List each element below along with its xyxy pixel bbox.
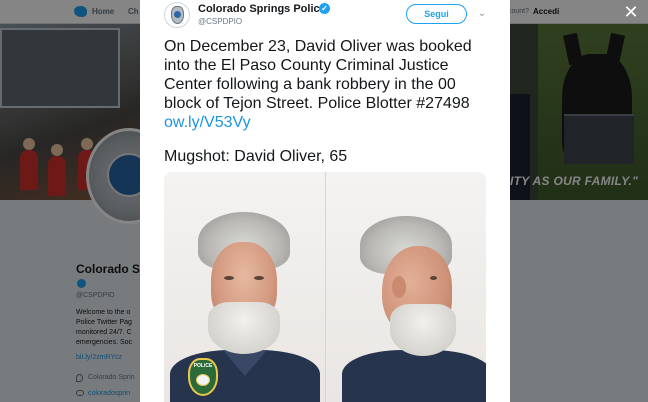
tweet-text: On December 23, David Oliver was booked … (164, 38, 472, 112)
ear (392, 276, 406, 298)
eye (224, 276, 234, 280)
tweet-modal: Colorado Springs Police ✓ @CSPDPIO Segui… (140, 0, 510, 402)
eye (254, 276, 264, 280)
tweet-link[interactable]: ow.ly/V53Vy (164, 114, 251, 131)
close-icon[interactable]: ✕ (622, 3, 640, 21)
beard (208, 302, 280, 354)
author-avatar[interactable] (164, 2, 190, 28)
police-badge-icon: POLICE (188, 358, 218, 396)
mugshot-image[interactable]: POLICE (164, 172, 486, 402)
author-handle[interactable]: @CSPDPIO (198, 17, 242, 26)
mugshot-side-view (325, 172, 486, 402)
verified-icon: ✓ (319, 3, 330, 14)
tweet-body: On December 23, David Oliver was booked … (164, 37, 484, 132)
shield-emblem (174, 11, 181, 18)
badge-text: POLICE (193, 363, 213, 369)
author-name[interactable]: Colorado Springs Police (198, 3, 326, 15)
eye (430, 276, 437, 280)
mountain-emblem (196, 374, 210, 386)
shirt (342, 350, 486, 402)
follow-button[interactable]: Segui (406, 4, 467, 24)
mugshot-caption: Mugshot: David Oliver, 65 (164, 148, 348, 165)
mugshot-front-view: POLICE (164, 172, 325, 402)
chevron-down-icon[interactable]: ⌄ (476, 8, 488, 20)
beard (390, 304, 456, 356)
